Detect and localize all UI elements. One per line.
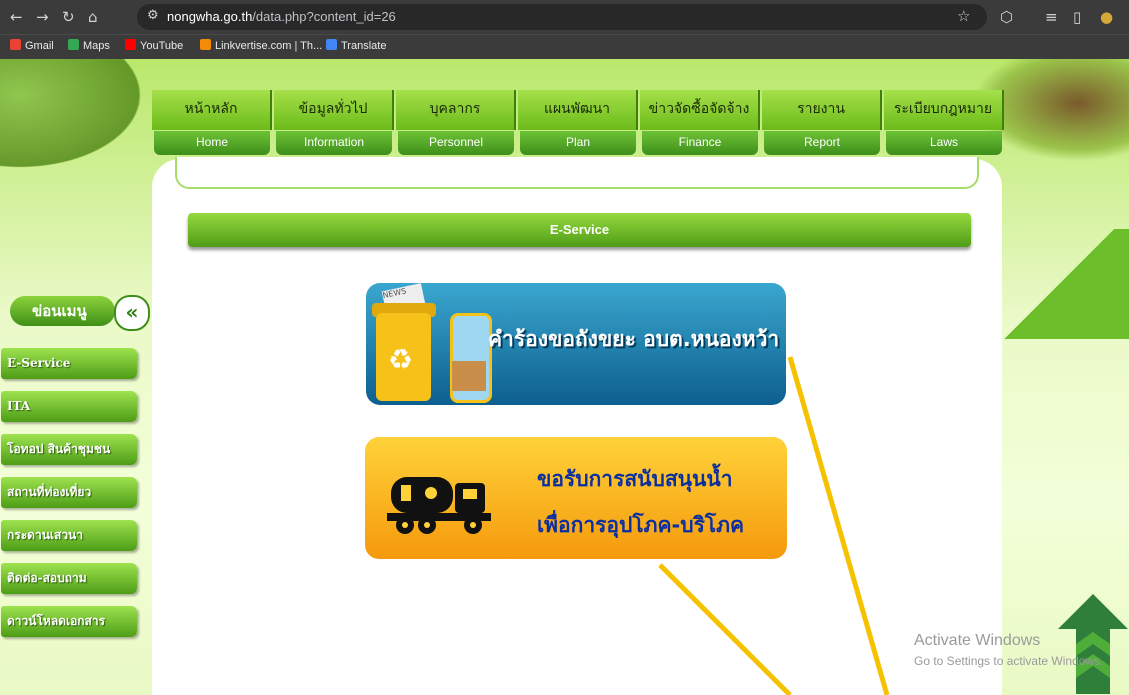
bookmark-star-icon[interactable]: ☆ — [957, 7, 970, 25]
sidebar-item-ita[interactable]: ITA — [1, 391, 137, 422]
garbage-banner-text: คำร้องขอถังขยะ อบต.หนองหว้า — [488, 327, 780, 351]
nav-item-report[interactable]: รายงาน Report — [762, 88, 882, 158]
nav-label-thai: รายงาน — [762, 90, 882, 130]
browser-toolbar: ← → ↻ ⌂ ⚙ nongwha.go.th/data.php?content… — [0, 0, 1129, 34]
nav-label-thai: หน้าหลัก — [152, 90, 272, 130]
bookmark-maps[interactable]: Maps — [68, 39, 110, 52]
green-wave-decoration — [989, 229, 1129, 339]
bookmark-youtube[interactable]: YouTube — [125, 39, 183, 52]
bookmarks-bar: Gmail Maps YouTube Linkvertise.com | Th.… — [0, 34, 1129, 59]
url-text: nongwha.go.th/data.php?content_id=26 — [167, 9, 396, 24]
url-path: /data.php?content_id=26 — [252, 9, 396, 24]
bookmark-gmail[interactable]: Gmail — [10, 39, 54, 52]
nav-label-thai: ข่าวจัดซื้อจัดจ้าง — [640, 90, 760, 130]
nav-label-english: Plan — [520, 131, 636, 155]
nav-label-english: Information — [276, 131, 392, 155]
nav-label-english: Laws — [886, 131, 1002, 155]
web-page: หน้าหลัก Home ข้อมูลทั่วไป Information บ… — [0, 59, 1129, 695]
nav-item-laws[interactable]: ระเบียบกฎหมาย Laws — [884, 88, 1004, 158]
nav-item-finance[interactable]: ข่าวจัดซื้อจัดจ้าง Finance — [640, 88, 760, 158]
water-banner-line-1: ขอรับการสนับสนุนน้ำ — [537, 467, 733, 491]
sidebar-item-otop[interactable]: โอทอป สินค้าชุมชน — [1, 434, 137, 465]
windows-activation-watermark: Activate Windows Go to Settings to activ… — [914, 632, 1103, 668]
nav-label-english: Report — [764, 131, 880, 155]
nav-item-plan[interactable]: แผนพัฒนา Plan — [518, 88, 638, 158]
cardboard-box-icon — [452, 361, 486, 391]
water-banner-line-2: เพื่อการอุปโภค-บริโภค — [537, 513, 745, 537]
site-settings-icon[interactable]: ⚙ — [147, 8, 159, 23]
nav-label-english: Personnel — [398, 131, 514, 155]
sidebar-item-contact[interactable]: ติดต่อ-สอบถาม — [1, 563, 137, 594]
section-title-bar: E-Service — [188, 213, 971, 247]
side-panel-icon[interactable]: ▯ — [1073, 8, 1081, 26]
nav-label-english: Finance — [642, 131, 758, 155]
garbage-bin-request-banner[interactable]: NEWS ♻ คำร้องขอถังขยะ อบต.หนองหว้า — [366, 283, 786, 405]
url-host: nongwha.go.th — [167, 9, 253, 24]
submenu-box — [175, 157, 979, 189]
sidebar-toggle-button[interactable]: « — [114, 295, 150, 331]
water-truck-icon — [387, 477, 491, 534]
water-support-banner[interactable]: ขอรับการสนับสนุนน้ำ เพื่อการอุปโภค-บริโภ… — [365, 437, 787, 559]
gmail-icon — [10, 39, 21, 50]
extensions-icon[interactable]: ⬡ — [1000, 8, 1013, 26]
maps-icon — [68, 39, 79, 50]
youtube-icon — [125, 39, 136, 50]
translate-icon — [326, 39, 337, 50]
nav-label-english: Home — [154, 131, 270, 155]
linkvertise-icon — [200, 39, 211, 50]
nav-label-thai: ระเบียบกฎหมาย — [884, 90, 1004, 130]
watermark-line-1: Activate Windows — [914, 632, 1041, 649]
nav-item-home[interactable]: หน้าหลัก Home — [152, 88, 272, 158]
sidebar-title: ข่อนเมนู — [10, 296, 115, 326]
sidebar-item-forum[interactable]: กระดานเสวนา — [1, 520, 137, 551]
leaf-decoration-left — [0, 59, 160, 179]
nav-label-thai: แผนพัฒนา — [518, 90, 638, 130]
sidebar-item-tourism[interactable]: สถานที่ท่องเที่ยว — [1, 477, 137, 508]
sidebar-item-e-service[interactable]: E-Service — [1, 348, 137, 379]
nav-label-thai: บุคลากร — [396, 90, 516, 130]
reload-icon[interactable]: ↻ — [62, 8, 75, 26]
forward-arrow-icon[interactable]: → — [36, 8, 49, 26]
home-icon[interactable]: ⌂ — [88, 8, 98, 26]
bookmark-translate[interactable]: Translate — [326, 39, 386, 52]
profile-avatar-icon[interactable]: ● — [1100, 8, 1113, 26]
nav-item-information[interactable]: ข้อมูลทั่วไป Information — [274, 88, 394, 158]
nav-label-thai: ข้อมูลทั่วไป — [274, 90, 394, 130]
back-arrow-icon[interactable]: ← — [10, 8, 23, 26]
recycle-icon: ♻ — [388, 343, 414, 376]
address-bar[interactable]: ⚙ nongwha.go.th/data.php?content_id=26 — [137, 4, 987, 30]
main-navigation: หน้าหลัก Home ข้อมูลทั่วไป Information บ… — [152, 88, 1012, 158]
reading-list-icon[interactable]: ≡ — [1045, 8, 1058, 26]
bookmark-linkvertise[interactable]: Linkvertise.com | Th... — [200, 39, 322, 52]
sidebar-item-download[interactable]: ดาวน์โหลดเอกสาร — [1, 606, 137, 637]
nav-item-personnel[interactable]: บุคลากร Personnel — [396, 88, 516, 158]
watermark-line-2: Go to Settings to activate Windows. — [914, 654, 1104, 668]
